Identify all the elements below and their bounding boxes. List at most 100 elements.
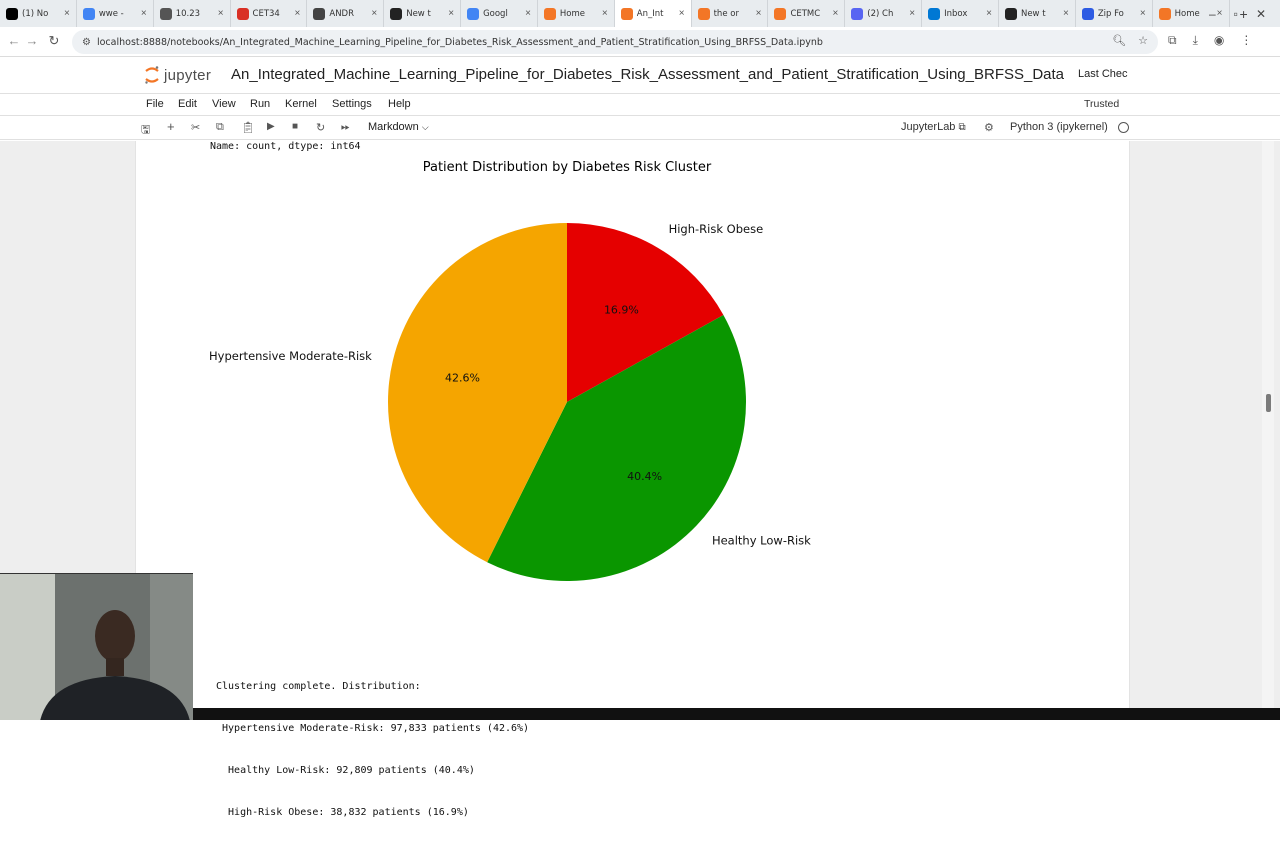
forward-icon[interactable]: → <box>20 33 44 48</box>
browser-tab[interactable]: wwe - × <box>77 0 154 27</box>
download-icon[interactable]: ⤓ <box>1193 33 1198 48</box>
browser-tab-title: Googl <box>483 8 508 19</box>
chevron-down-icon: ⌵ <box>421 122 429 132</box>
run-icon[interactable]: ▶ <box>267 121 275 132</box>
scrollbar-thumb[interactable] <box>1266 394 1271 412</box>
browser-tab-title: the or <box>713 8 739 19</box>
browser-tab[interactable]: (2) Ch × <box>845 0 923 27</box>
run-all-icon[interactable]: ⏩︎ <box>341 121 350 134</box>
pie-chart: Patient Distribution by Diabetes Risk Cl… <box>209 160 811 582</box>
close-tab-icon[interactable]: × <box>295 8 301 19</box>
jupyter-book-icon <box>697 7 710 20</box>
output-text-pre: Name: count, dtype: int64 <box>210 141 361 152</box>
close-tab-icon[interactable]: × <box>371 8 377 19</box>
browser-tab-title: 10.23 <box>175 8 201 19</box>
browser-tab-bar: (1) No × wwe - × 10.23 × CET34 × ANDR × New t × Goog… <box>0 0 1280 27</box>
jupyterlab-link[interactable]: JupyterLab ⧉ <box>901 121 966 133</box>
github-icon <box>1004 7 1017 20</box>
add-cell-icon[interactable]: + <box>167 119 175 134</box>
pie-percent-label: 42.6% <box>445 371 480 384</box>
browser-tab[interactable]: CETMC × <box>768 0 846 27</box>
close-tab-icon[interactable]: × <box>909 8 915 19</box>
close-tab-icon[interactable]: × <box>679 8 685 19</box>
browser-tab-title: (1) No <box>22 8 49 19</box>
cell-type-select[interactable]: Markdown ⌵ <box>368 121 429 133</box>
pie-percent-label: 16.9% <box>604 303 639 316</box>
menu-settings[interactable]: Settings <box>332 98 372 110</box>
menu-kernel[interactable]: Kernel <box>285 98 317 110</box>
copy-icon[interactable]: ⧉ <box>216 121 224 134</box>
close-tab-icon[interactable]: × <box>525 8 531 19</box>
browser-tab[interactable]: New t × <box>999 0 1076 27</box>
bookmark-star-icon[interactable]: ☆ <box>1138 34 1148 47</box>
browser-tab-title: wwe - <box>98 8 124 19</box>
browser-tab-title: Inbox <box>944 8 968 19</box>
close-tab-icon[interactable]: × <box>832 8 838 19</box>
stop-icon[interactable]: ■ <box>292 121 298 132</box>
paste-icon[interactable]: 📋︎ <box>241 121 255 134</box>
browser-tab[interactable]: (1) No × <box>0 0 77 27</box>
google-g-icon <box>467 7 480 20</box>
menu-bar: File Edit View Run Kernel Settings Help … <box>0 93 1280 116</box>
browser-tab[interactable]: Inbox × <box>922 0 999 27</box>
close-tab-icon[interactable]: × <box>602 8 608 19</box>
close-tab-icon[interactable]: × <box>141 8 147 19</box>
scrollbar[interactable] <box>1262 141 1274 708</box>
site-info-icon[interactable]: ⚙ <box>82 37 91 48</box>
url-field[interactable]: ⚙ localhost:8888/notebooks/An_Integrated… <box>72 30 1158 54</box>
jupyter-icon <box>543 7 556 20</box>
reload-icon[interactable]: ↻ <box>42 33 66 49</box>
browser-tab[interactable]: 10.23 × <box>154 0 231 27</box>
profile-icon[interactable]: ◉ <box>1214 33 1224 48</box>
browser-tab[interactable]: Zip Fo × <box>1076 0 1153 27</box>
close-tab-icon[interactable]: × <box>1063 8 1069 19</box>
jupyter-wordmark: jupyter <box>164 66 212 84</box>
pie-slice-label: High-Risk Obese <box>669 222 764 236</box>
close-tab-icon[interactable]: × <box>218 8 224 19</box>
zoom-icon[interactable]: 🔍︎ <box>1112 34 1126 47</box>
pie-slice-label: Healthy Low-Risk <box>712 533 811 547</box>
maximize-icon[interactable]: ▫ <box>1234 7 1238 21</box>
browser-tab[interactable]: CET34 × <box>231 0 308 27</box>
cell-type-value: Markdown <box>368 121 419 133</box>
target-icon <box>236 7 249 20</box>
browser-tab[interactable]: Home × <box>538 0 615 27</box>
close-window-icon[interactable]: ✕ <box>1256 7 1266 21</box>
output-line: Clustering complete. Distribution: <box>216 681 421 692</box>
browser-tab[interactable]: An_Int × <box>614 0 692 27</box>
gear-icon[interactable]: ⚙ <box>984 121 994 134</box>
browser-tab[interactable]: New t × <box>384 0 462 27</box>
browser-menu-icon[interactable]: ⋮ <box>1240 33 1252 48</box>
cut-icon[interactable]: ✂ <box>191 121 200 134</box>
restart-icon[interactable]: ↻ <box>316 121 325 134</box>
browser-tab[interactable]: Googl × <box>461 0 538 27</box>
pie-slice-label: Hypertensive Moderate-Risk <box>209 349 372 363</box>
menu-help[interactable]: Help <box>388 98 411 110</box>
kernel-name[interactable]: Python 3 (ipykernel) <box>1010 121 1108 133</box>
menu-edit[interactable]: Edit <box>178 98 197 110</box>
browser-tab-title: Zip Fo <box>1097 8 1124 19</box>
browser-tab[interactable]: the or × <box>692 0 769 27</box>
close-tab-icon[interactable]: × <box>1140 8 1146 19</box>
browser-tab[interactable]: ANDR × <box>307 0 385 27</box>
output-text-post: Clustering complete. Distribution: Hyper… <box>216 652 529 848</box>
extensions-icon[interactable]: ⧉ <box>1168 33 1177 48</box>
close-tab-icon[interactable]: × <box>986 8 992 19</box>
close-tab-icon[interactable]: × <box>64 8 70 19</box>
menu-view[interactable]: View <box>212 98 236 110</box>
menu-file[interactable]: File <box>146 98 164 110</box>
notebook-title[interactable]: An_Integrated_Machine_Learning_Pipeline_… <box>231 66 1064 83</box>
url-text: localhost:8888/notebooks/An_Integrated_M… <box>96 36 823 48</box>
output-line: Healthy Low-Risk: 92,809 patients (40.4%… <box>216 765 475 776</box>
close-tab-icon[interactable]: × <box>448 8 454 19</box>
menu-run[interactable]: Run <box>250 98 270 110</box>
minimize-icon[interactable]: – <box>1209 7 1216 21</box>
close-tab-icon[interactable]: × <box>756 8 762 19</box>
github-icon <box>390 7 403 20</box>
save-icon[interactable]: 🖫 <box>141 121 150 140</box>
jupyter-logo[interactable]: jupyter <box>144 65 211 85</box>
output-line: Hypertensive Moderate-Risk: 97,833 patie… <box>216 723 530 734</box>
trusted-badge[interactable]: Trusted <box>1078 97 1125 111</box>
browser-tab-title: CETMC <box>790 8 821 19</box>
jupyter-book-icon <box>620 7 633 20</box>
